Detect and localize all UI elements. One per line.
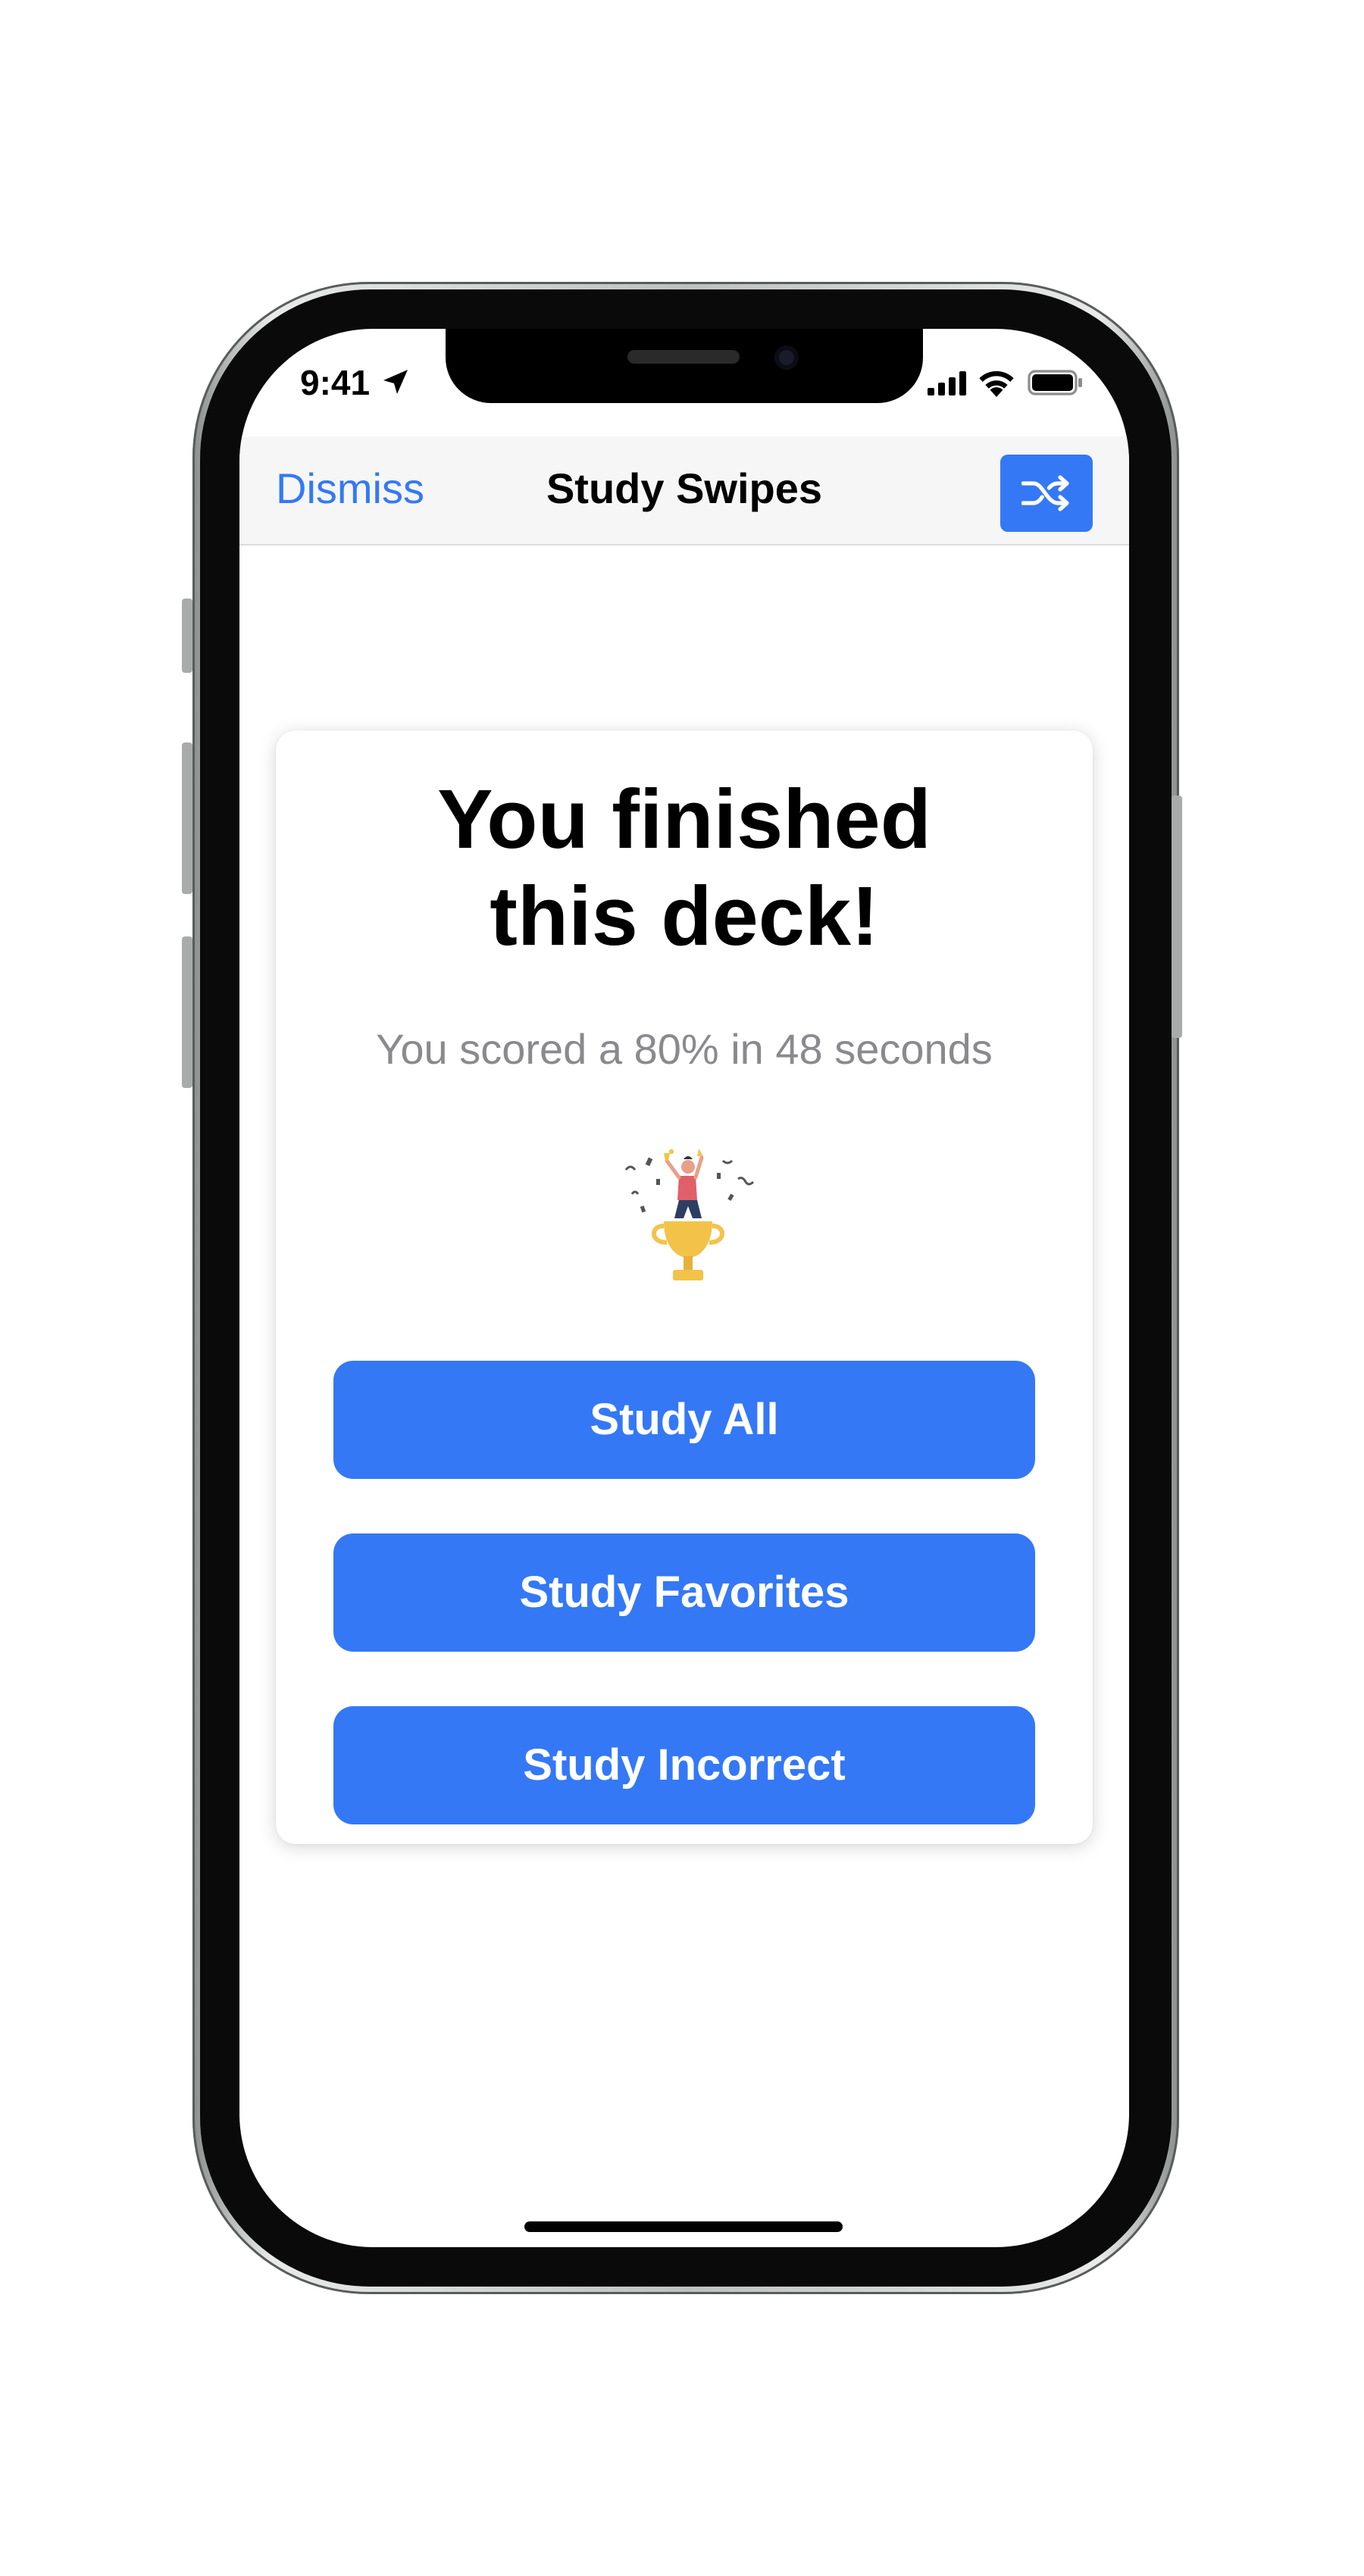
cellular-signal-icon [928, 371, 966, 395]
study-all-button[interactable]: Study All [333, 1361, 1035, 1479]
status-time: 9:41 [300, 363, 371, 402]
nav-title: Study Swipes [546, 464, 823, 512]
headline-line-2: this deck! [490, 870, 879, 963]
silent-switch [182, 599, 192, 673]
headline-line-1: You finished [437, 773, 931, 866]
battery-icon [1028, 370, 1082, 395]
study-incorrect-button[interactable]: Study Incorrect [333, 1706, 1035, 1824]
trophy-celebration-icon [624, 1149, 755, 1280]
speaker-grille [627, 350, 740, 364]
completion-headline: You finished this deck! [276, 771, 1093, 965]
volume-down-button [182, 936, 192, 1088]
shuffle-button[interactable] [1000, 455, 1093, 532]
phone-screen: 9:41 Dismiss Study Swipes You finished t… [239, 329, 1129, 2247]
deck-complete-card: You finished this deck! You scored a 80%… [276, 730, 1093, 1844]
wifi-icon [979, 370, 1014, 397]
study-favorites-button[interactable]: Study Favorites [333, 1533, 1035, 1652]
volume-up-button [182, 742, 192, 894]
score-summary: You scored a 80% in 48 seconds [376, 1025, 993, 1073]
power-button [1172, 796, 1182, 1038]
home-indicator[interactable] [524, 2221, 843, 2232]
front-camera [774, 345, 799, 370]
shuffle-icon [1021, 475, 1069, 511]
location-arrow-icon [383, 370, 408, 394]
notch [446, 329, 923, 403]
navigation-bar: Dismiss Study Swipes [239, 436, 1129, 546]
